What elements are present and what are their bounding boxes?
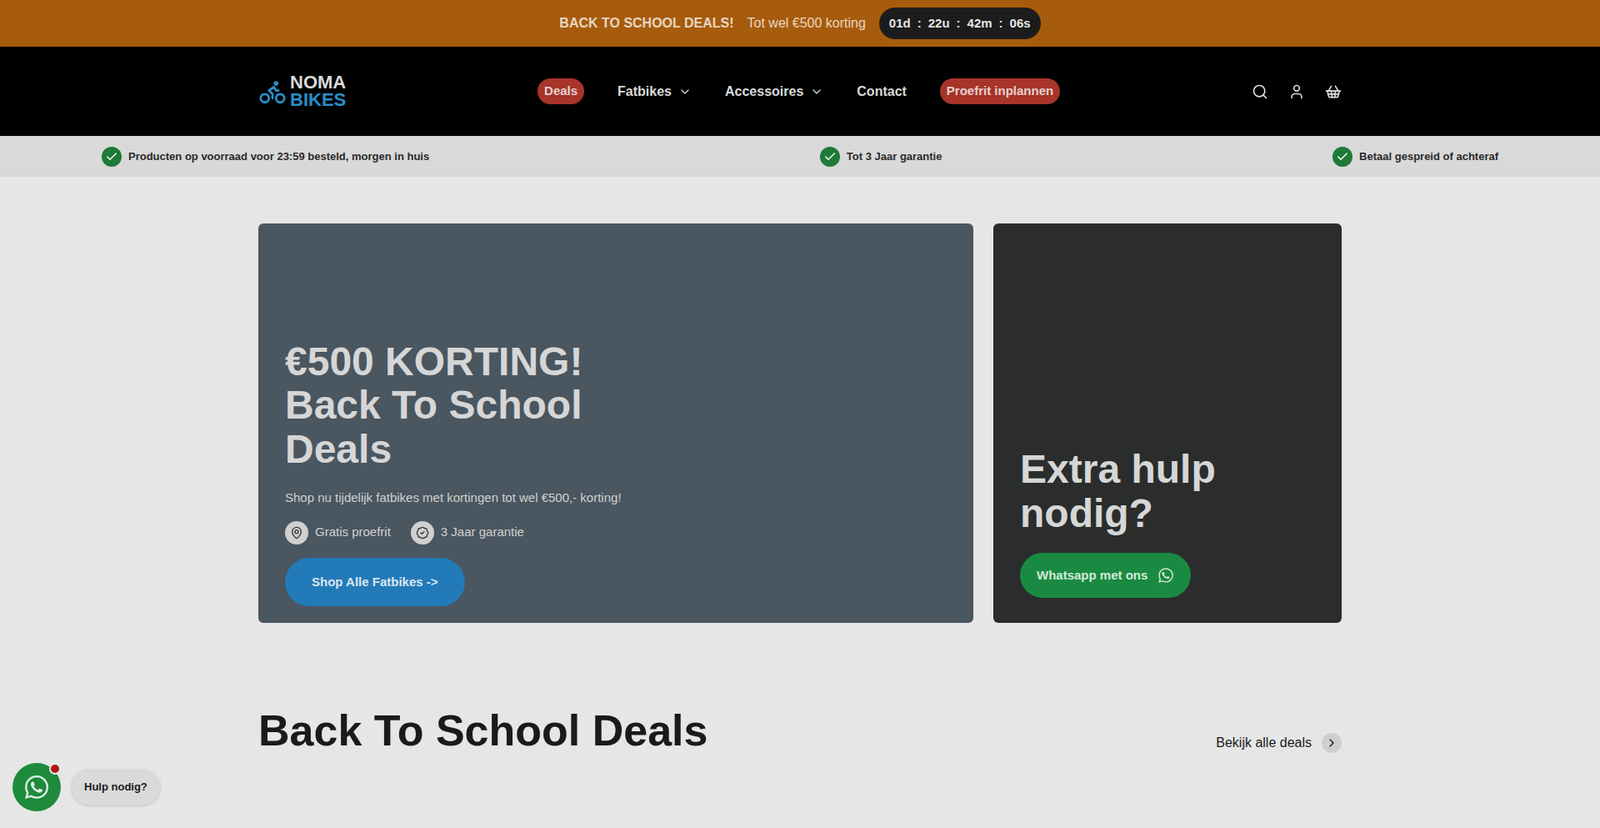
countdown-unit: 22u — [928, 14, 950, 34]
floating-help: Hulp nodig? — [12, 762, 161, 811]
hero-title: €500 KORTING! Back To School Deals — [285, 340, 685, 472]
countdown-separator: : — [999, 14, 1004, 34]
trust-item: Tot 3 Jaar garantie — [820, 146, 943, 167]
countdown-separator: : — [956, 14, 961, 34]
page: BACK TO SCHOOL DEALS! Tot wel €500 kortin… — [0, 0, 1600, 828]
badge-check-icon — [415, 525, 430, 540]
header: NOMABIKES Deals Fatbikes Accessoires Contact… — [0, 46, 1600, 136]
section-header: Back To School Deals Bekijk alle deals — [258, 697, 1342, 763]
cart-icon[interactable] — [1325, 83, 1342, 100]
section-title: Back To School Deals — [258, 697, 708, 763]
hero-feature: 3 Jaar garantie — [410, 520, 525, 545]
nav-pill[interactable]: Proefrit inplannen — [940, 78, 1060, 105]
countdown-unit: 01d — [889, 14, 911, 34]
pin-icon — [290, 525, 304, 540]
bike-logo-icon — [258, 77, 287, 106]
whatsapp-icon — [1157, 566, 1175, 584]
account-icon[interactable] — [1288, 83, 1305, 100]
chevron-right-icon — [1325, 735, 1339, 750]
nav-item[interactable]: Contact — [856, 81, 907, 102]
check-icon — [823, 150, 837, 164]
unread-dot — [49, 762, 61, 775]
countdown-unit: 42m — [967, 14, 993, 34]
help-label[interactable]: Hulp nodig? — [70, 768, 161, 805]
hero-feature: Gratis proefrit — [285, 520, 391, 545]
banner-text: Tot wel €500 korting — [747, 13, 866, 34]
nav-item[interactable]: Accessoires — [725, 81, 824, 102]
hero-card: €500 KORTING! Back To School Deals Shop n… — [258, 223, 974, 623]
banner-title: BACK TO SCHOOL DEALS! — [559, 13, 734, 34]
trust-item: Producten op voorraad voor 23:59 besteld… — [101, 146, 430, 167]
chevron-down-icon — [810, 85, 824, 99]
help-card: Extra hulp nodig? Whatsapp met ons — [993, 223, 1342, 623]
main-nav: Deals Fatbikes Accessoires Contact Proefrit … — [537, 78, 1060, 105]
countdown-separator: : — [917, 14, 922, 34]
countdown-unit: 06s — [1010, 14, 1031, 34]
chevron-down-icon — [678, 85, 692, 99]
nav-pill[interactable]: Deals — [537, 78, 585, 105]
help-title: Extra hulp nodig? — [1020, 447, 1237, 536]
whatsapp-button[interactable]: Whatsapp met ons — [1020, 552, 1191, 599]
logo[interactable]: NOMABIKES — [258, 74, 346, 110]
check-icon — [105, 150, 119, 164]
hero-subtitle: Shop nu tijdelijk fatbikes met kortingen… — [285, 488, 947, 508]
trust-bar: Producten op voorraad voor 23:59 besteld… — [0, 135, 1600, 177]
search-icon[interactable] — [1251, 83, 1269, 100]
all-deals-link[interactable]: Bekijk alle deals — [1215, 732, 1342, 763]
floating-whatsapp[interactable] — [12, 762, 61, 811]
check-icon — [1335, 150, 1350, 164]
whatsapp-icon — [23, 773, 50, 800]
trust-item: Betaal gespreid of achteraf — [1332, 146, 1499, 167]
countdown: 01d:22u:42m:06s — [879, 7, 1041, 40]
promo-banner: BACK TO SCHOOL DEALS! Tot wel €500 kortin… — [0, 0, 1600, 47]
nav-item[interactable]: Fatbikes — [617, 81, 692, 102]
shop-button[interactable]: Shop Alle Fatbikes -> — [285, 557, 465, 607]
